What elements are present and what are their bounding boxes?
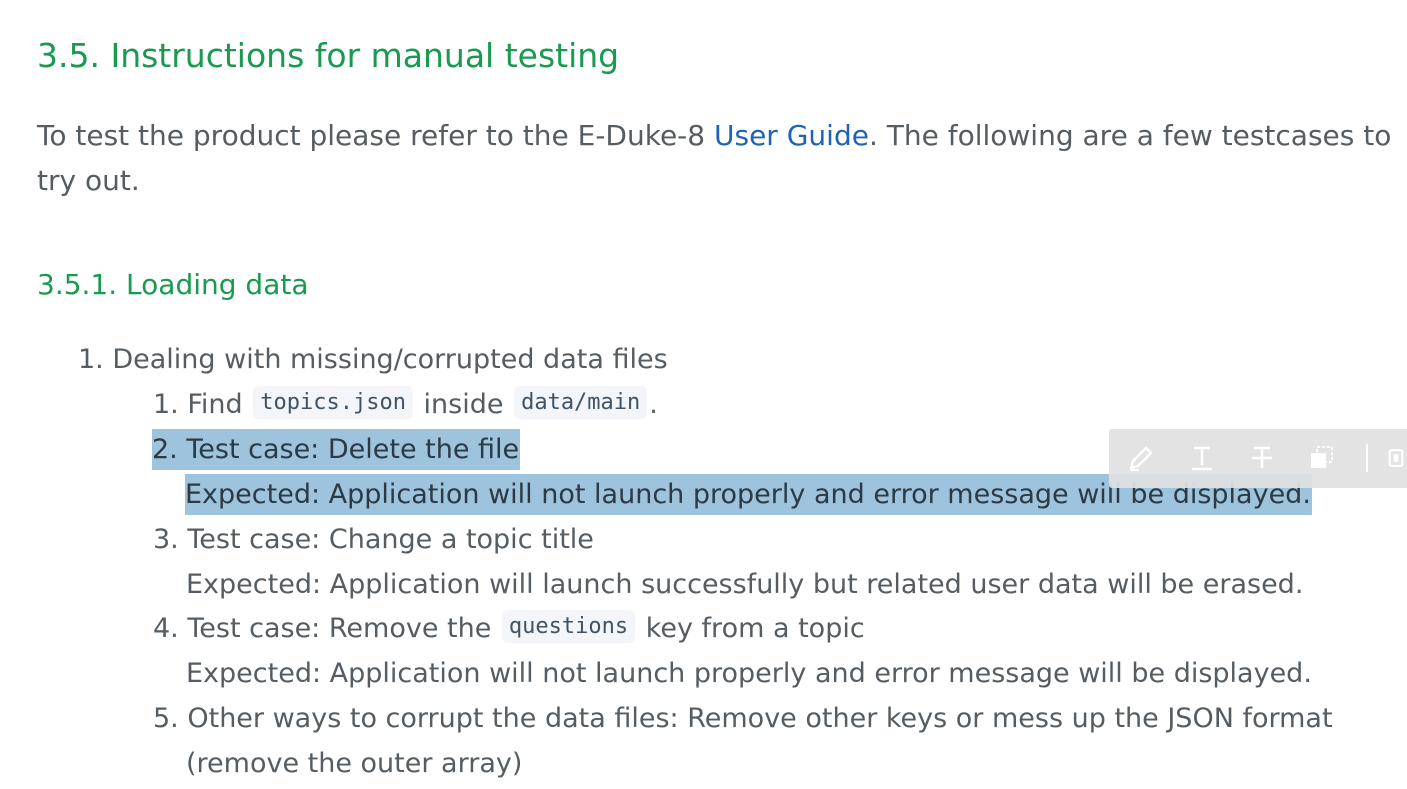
expected-text: Expected: Application will not launch pr… (186, 658, 1312, 689)
list-item-text: Find (187, 389, 252, 420)
list-number: 5. (153, 703, 179, 734)
intro-text-before: To test the product please refer to the … (37, 119, 714, 152)
list-item-highlighted[interactable]: 2. Test case: Delete the file (152, 427, 521, 472)
list-item-text: . (649, 389, 658, 420)
list-item-text: (remove the outer array) (186, 748, 523, 779)
list-item: 5. Other ways to corrupt the data files:… (153, 696, 1333, 741)
subsection-heading: 3.5.1. Loading data (37, 268, 309, 301)
expected-line: Expected: Application will launch succes… (186, 562, 1303, 607)
strikethrough-icon[interactable] (1247, 443, 1277, 473)
list-item: 4. Test case: Remove the questions key f… (153, 606, 865, 651)
toolbar-divider (1366, 444, 1368, 472)
list-number: 1. (153, 389, 179, 420)
list-number: 1. (78, 344, 104, 375)
document-page: 3.5. Instructions for manual testing To … (0, 0, 1407, 789)
inline-code: questions (501, 610, 636, 643)
intro-paragraph: To test the product please refer to the … (37, 113, 1397, 203)
list-item-outer: 1. Dealing with missing/corrupted data f… (78, 337, 668, 382)
list-item-text: Dealing with missing/corrupted data file… (112, 344, 668, 375)
selection-highlight: 2. Test case: Delete the file (152, 429, 521, 470)
clip-icon[interactable] (1385, 443, 1407, 473)
expected-line: Expected: Application will not launch pr… (186, 651, 1312, 696)
list-item-text: Test case: Delete the file (186, 434, 520, 465)
section-heading: 3.5. Instructions for manual testing (37, 36, 620, 75)
list-number: 2. (152, 429, 178, 470)
list-item: 1. Find topics.json inside data/main. (153, 382, 658, 427)
list-item-continuation: (remove the outer array) (186, 741, 522, 786)
inline-code: data/main (514, 386, 648, 419)
pencil-icon[interactable] (1126, 443, 1156, 473)
inline-code: topics.json (253, 386, 413, 419)
copy-icon[interactable] (1307, 443, 1337, 473)
list-item-text: Test case: Remove the (187, 613, 500, 644)
list-item-text: inside (414, 389, 513, 420)
list-item: 3. Test case: Change a topic title (153, 517, 594, 562)
list-item-text: key from a topic (637, 613, 865, 644)
list-number: 3. (153, 524, 179, 555)
list-number: 4. (153, 613, 179, 644)
user-guide-link[interactable]: User Guide (714, 119, 869, 152)
annotation-toolbar (1109, 429, 1407, 488)
list-item-text: Test case: Change a topic title (187, 524, 594, 555)
expected-text: Expected: Application will launch succes… (186, 569, 1304, 600)
list-item-text: Other ways to corrupt the data files: Re… (187, 703, 1333, 734)
underline-icon[interactable] (1187, 443, 1217, 473)
